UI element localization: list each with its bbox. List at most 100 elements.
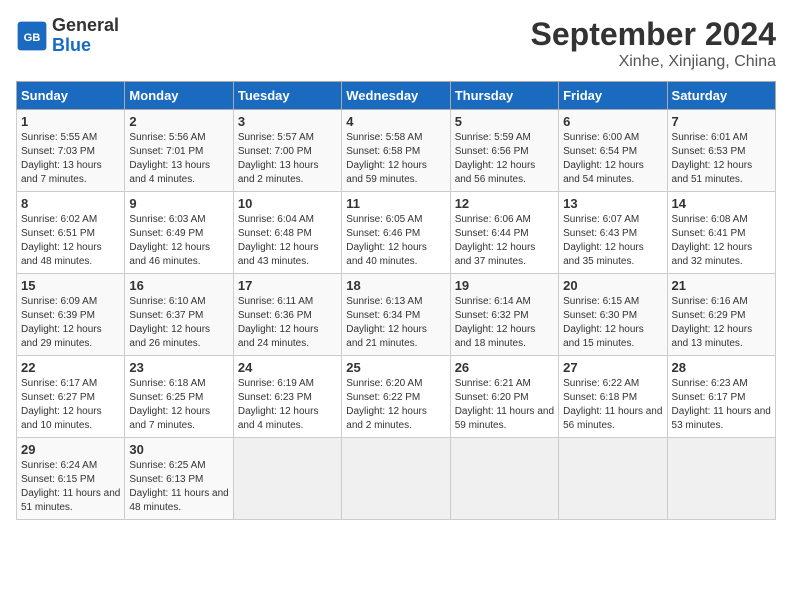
calendar-cell: 13 Sunrise: 6:07 AMSunset: 6:43 PMDaylig… (559, 192, 667, 274)
day-number: 6 (563, 114, 662, 129)
day-number: 22 (21, 360, 120, 375)
day-info: Sunrise: 6:05 AMSunset: 6:46 PMDaylight:… (346, 213, 445, 269)
calendar-cell: 2 Sunrise: 5:56 AMSunset: 7:01 PMDayligh… (125, 110, 233, 192)
day-info: Sunrise: 6:21 AMSunset: 6:20 PMDaylight:… (455, 377, 554, 433)
calendar-cell (342, 438, 450, 520)
calendar-cell: 8 Sunrise: 6:02 AMSunset: 6:51 PMDayligh… (17, 192, 125, 274)
calendar-cell (450, 438, 558, 520)
day-number: 21 (672, 278, 771, 293)
day-number: 1 (21, 114, 120, 129)
calendar-cell: 20 Sunrise: 6:15 AMSunset: 6:30 PMDaylig… (559, 274, 667, 356)
day-number: 12 (455, 196, 554, 211)
calendar-cell: 23 Sunrise: 6:18 AMSunset: 6:25 PMDaylig… (125, 356, 233, 438)
day-info: Sunrise: 6:04 AMSunset: 6:48 PMDaylight:… (238, 213, 337, 269)
month-title: September 2024 (531, 16, 776, 53)
calendar-cell: 16 Sunrise: 6:10 AMSunset: 6:37 PMDaylig… (125, 274, 233, 356)
day-number: 2 (129, 114, 228, 129)
day-info: Sunrise: 6:23 AMSunset: 6:17 PMDaylight:… (672, 377, 771, 433)
calendar-cell: 14 Sunrise: 6:08 AMSunset: 6:41 PMDaylig… (667, 192, 775, 274)
calendar-cell: 6 Sunrise: 6:00 AMSunset: 6:54 PMDayligh… (559, 110, 667, 192)
svg-text:GB: GB (24, 32, 41, 44)
day-number: 15 (21, 278, 120, 293)
day-number: 7 (672, 114, 771, 129)
day-info: Sunrise: 6:14 AMSunset: 6:32 PMDaylight:… (455, 295, 554, 351)
day-info: Sunrise: 6:17 AMSunset: 6:27 PMDaylight:… (21, 377, 120, 433)
calendar-cell (667, 438, 775, 520)
calendar-cell: 10 Sunrise: 6:04 AMSunset: 6:48 PMDaylig… (233, 192, 341, 274)
weekday-header-thursday: Thursday (450, 82, 558, 110)
day-number: 5 (455, 114, 554, 129)
day-info: Sunrise: 6:24 AMSunset: 6:15 PMDaylight:… (21, 459, 120, 515)
title-area: September 2024 Xinhe, Xinjiang, China (531, 16, 776, 71)
day-number: 13 (563, 196, 662, 211)
logo-text: GeneralBlue (52, 16, 119, 56)
header: GB GeneralBlue September 2024 Xinhe, Xin… (16, 16, 776, 71)
calendar-row-0: 1 Sunrise: 5:55 AMSunset: 7:03 PMDayligh… (17, 110, 776, 192)
day-info: Sunrise: 6:22 AMSunset: 6:18 PMDaylight:… (563, 377, 662, 433)
day-number: 18 (346, 278, 445, 293)
day-info: Sunrise: 6:15 AMSunset: 6:30 PMDaylight:… (563, 295, 662, 351)
weekday-header-wednesday: Wednesday (342, 82, 450, 110)
day-number: 26 (455, 360, 554, 375)
day-info: Sunrise: 5:55 AMSunset: 7:03 PMDaylight:… (21, 131, 120, 187)
calendar-table: SundayMondayTuesdayWednesdayThursdayFrid… (16, 81, 776, 520)
logo: GB GeneralBlue (16, 16, 119, 56)
calendar-cell (233, 438, 341, 520)
calendar-cell: 1 Sunrise: 5:55 AMSunset: 7:03 PMDayligh… (17, 110, 125, 192)
calendar-cell: 25 Sunrise: 6:20 AMSunset: 6:22 PMDaylig… (342, 356, 450, 438)
day-number: 8 (21, 196, 120, 211)
day-number: 20 (563, 278, 662, 293)
day-info: Sunrise: 6:13 AMSunset: 6:34 PMDaylight:… (346, 295, 445, 351)
calendar-cell: 22 Sunrise: 6:17 AMSunset: 6:27 PMDaylig… (17, 356, 125, 438)
day-info: Sunrise: 5:59 AMSunset: 6:56 PMDaylight:… (455, 131, 554, 187)
calendar-cell: 29 Sunrise: 6:24 AMSunset: 6:15 PMDaylig… (17, 438, 125, 520)
calendar-cell: 26 Sunrise: 6:21 AMSunset: 6:20 PMDaylig… (450, 356, 558, 438)
calendar-cell: 11 Sunrise: 6:05 AMSunset: 6:46 PMDaylig… (342, 192, 450, 274)
day-number: 16 (129, 278, 228, 293)
calendar-cell: 5 Sunrise: 5:59 AMSunset: 6:56 PMDayligh… (450, 110, 558, 192)
calendar-cell: 28 Sunrise: 6:23 AMSunset: 6:17 PMDaylig… (667, 356, 775, 438)
weekday-header-friday: Friday (559, 82, 667, 110)
calendar-cell: 21 Sunrise: 6:16 AMSunset: 6:29 PMDaylig… (667, 274, 775, 356)
calendar-cell: 12 Sunrise: 6:06 AMSunset: 6:44 PMDaylig… (450, 192, 558, 274)
weekday-header-sunday: Sunday (17, 82, 125, 110)
calendar-cell: 19 Sunrise: 6:14 AMSunset: 6:32 PMDaylig… (450, 274, 558, 356)
weekday-header-row: SundayMondayTuesdayWednesdayThursdayFrid… (17, 82, 776, 110)
day-number: 23 (129, 360, 228, 375)
day-number: 30 (129, 442, 228, 457)
calendar-row-2: 15 Sunrise: 6:09 AMSunset: 6:39 PMDaylig… (17, 274, 776, 356)
day-info: Sunrise: 5:58 AMSunset: 6:58 PMDaylight:… (346, 131, 445, 187)
calendar-cell: 9 Sunrise: 6:03 AMSunset: 6:49 PMDayligh… (125, 192, 233, 274)
calendar-row-3: 22 Sunrise: 6:17 AMSunset: 6:27 PMDaylig… (17, 356, 776, 438)
day-info: Sunrise: 6:10 AMSunset: 6:37 PMDaylight:… (129, 295, 228, 351)
day-number: 25 (346, 360, 445, 375)
day-info: Sunrise: 6:07 AMSunset: 6:43 PMDaylight:… (563, 213, 662, 269)
day-info: Sunrise: 6:20 AMSunset: 6:22 PMDaylight:… (346, 377, 445, 433)
day-info: Sunrise: 6:08 AMSunset: 6:41 PMDaylight:… (672, 213, 771, 269)
calendar-cell: 24 Sunrise: 6:19 AMSunset: 6:23 PMDaylig… (233, 356, 341, 438)
day-info: Sunrise: 5:57 AMSunset: 7:00 PMDaylight:… (238, 131, 337, 187)
weekday-header-saturday: Saturday (667, 82, 775, 110)
day-info: Sunrise: 6:01 AMSunset: 6:53 PMDaylight:… (672, 131, 771, 187)
day-number: 9 (129, 196, 228, 211)
day-info: Sunrise: 6:25 AMSunset: 6:13 PMDaylight:… (129, 459, 228, 515)
calendar-cell: 15 Sunrise: 6:09 AMSunset: 6:39 PMDaylig… (17, 274, 125, 356)
day-info: Sunrise: 6:16 AMSunset: 6:29 PMDaylight:… (672, 295, 771, 351)
day-number: 28 (672, 360, 771, 375)
day-number: 17 (238, 278, 337, 293)
calendar-cell: 3 Sunrise: 5:57 AMSunset: 7:00 PMDayligh… (233, 110, 341, 192)
location-title: Xinhe, Xinjiang, China (531, 53, 776, 71)
calendar-cell: 30 Sunrise: 6:25 AMSunset: 6:13 PMDaylig… (125, 438, 233, 520)
day-number: 14 (672, 196, 771, 211)
calendar-cell: 27 Sunrise: 6:22 AMSunset: 6:18 PMDaylig… (559, 356, 667, 438)
logo-icon: GB (16, 20, 48, 52)
calendar-cell: 4 Sunrise: 5:58 AMSunset: 6:58 PMDayligh… (342, 110, 450, 192)
day-info: Sunrise: 6:18 AMSunset: 6:25 PMDaylight:… (129, 377, 228, 433)
weekday-header-tuesday: Tuesday (233, 82, 341, 110)
day-info: Sunrise: 6:11 AMSunset: 6:36 PMDaylight:… (238, 295, 337, 351)
calendar-row-1: 8 Sunrise: 6:02 AMSunset: 6:51 PMDayligh… (17, 192, 776, 274)
day-info: Sunrise: 6:19 AMSunset: 6:23 PMDaylight:… (238, 377, 337, 433)
day-info: Sunrise: 6:02 AMSunset: 6:51 PMDaylight:… (21, 213, 120, 269)
calendar-row-4: 29 Sunrise: 6:24 AMSunset: 6:15 PMDaylig… (17, 438, 776, 520)
day-number: 11 (346, 196, 445, 211)
